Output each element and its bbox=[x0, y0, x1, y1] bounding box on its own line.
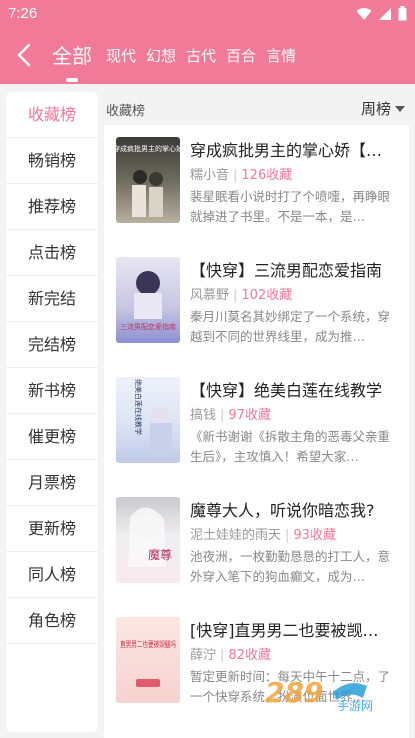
period-dropdown-label: 周榜 bbox=[360, 100, 391, 118]
book-title: 【快穿】绝美白莲在线教学 bbox=[190, 381, 383, 400]
sidebar-item-recommend[interactable]: 推荐榜 bbox=[6, 184, 98, 230]
book-title: 穿成疯批男主的掌心娇【… bbox=[190, 141, 383, 160]
book-description: 池夜洲，一枚勤勤恳恳的打工人，意外穿入笔下的狗血癫文，成为… bbox=[190, 549, 391, 584]
book-meta: 薛泞 | 82收藏 bbox=[190, 648, 271, 663]
book-cover: 绝美白莲在线教学 bbox=[116, 377, 180, 463]
sidebar-item-characters[interactable]: 角色榜 bbox=[6, 598, 98, 644]
status-bar: 7:26 bbox=[0, 0, 415, 28]
svg-text:穿成疯批男主的掌心娇: 穿成疯批男主的掌心娇 bbox=[116, 144, 180, 153]
wifi-icon bbox=[356, 7, 372, 20]
tab-ancient[interactable]: 古代 bbox=[186, 28, 216, 84]
battery-icon bbox=[398, 6, 407, 21]
tab-romance[interactable]: 言情 bbox=[266, 28, 296, 84]
back-arrow-icon[interactable] bbox=[14, 42, 34, 68]
book-author: 糯小音 bbox=[190, 168, 230, 183]
site-watermark: 289 手游网 bbox=[263, 672, 393, 720]
signal-icon bbox=[379, 7, 391, 20]
book-favorites: 97收藏 bbox=[228, 408, 271, 423]
sidebar-item-updates[interactable]: 更新榜 bbox=[6, 506, 98, 552]
sidebar-item-new-finished[interactable]: 新完结 bbox=[6, 276, 98, 322]
book-author: 薛泞 bbox=[190, 648, 217, 663]
sidebar-item-new-books[interactable]: 新书榜 bbox=[6, 368, 98, 414]
tab-modern[interactable]: 现代 bbox=[106, 28, 136, 84]
sidebar-item-clicks[interactable]: 点击榜 bbox=[6, 230, 98, 276]
sidebar-item-finished[interactable]: 完结榜 bbox=[6, 322, 98, 368]
caret-down-icon bbox=[395, 105, 405, 112]
sidebar-item-bestseller[interactable]: 畅销榜 bbox=[6, 138, 98, 184]
status-time: 7:26 bbox=[8, 5, 38, 22]
book-meta: 糯小音 | 126收藏 bbox=[190, 168, 293, 183]
book-item[interactable]: 穿成疯批男主的掌心娇 穿成疯批男主的掌心娇【… 糯小音 | 126收藏 裴星眠看小说… bbox=[104, 125, 409, 245]
tab-fantasy[interactable]: 幻想 bbox=[146, 28, 176, 84]
book-title: 魔尊大人，听说你暗恋我? bbox=[190, 501, 375, 520]
book-title: 【快穿】三流男配恋爱指南 bbox=[190, 261, 383, 280]
book-item[interactable]: 绝美白莲在线教学 【快穿】绝美白莲在线教学 搞钱 | 97收藏 《新书谢谢《拆散主角… bbox=[104, 365, 409, 485]
book-description: 裴星眠看小说时打了个喷嚏，再睁眼就掉进了书里。不是一本，是… bbox=[190, 189, 391, 224]
sidebar-item-monthly-ticket[interactable]: 月票榜 bbox=[6, 460, 98, 506]
book-cover: 魔尊 bbox=[116, 497, 180, 583]
book-favorites: 102收藏 bbox=[241, 288, 293, 303]
book-list: 穿成疯批男主的掌心娇 穿成疯批男主的掌心娇【… 糯小音 | 126收藏 裴星眠看小说… bbox=[104, 125, 409, 738]
ranking-sidebar: 收藏榜 畅销榜 推荐榜 点击榜 新完结 完结榜 新书榜 催更榜 月票榜 更新榜 … bbox=[6, 92, 98, 732]
book-author: 风慕野 bbox=[190, 288, 230, 303]
book-meta: 搞钱 | 97收藏 bbox=[190, 408, 271, 423]
book-meta: 泥土娃娃的雨天 | 93收藏 bbox=[190, 528, 336, 543]
list-heading: 收藏榜 bbox=[106, 104, 146, 119]
svg-text:直男男二也要被觊觎吗: 直男男二也要被觊觎吗 bbox=[120, 639, 176, 649]
book-item[interactable]: 三流男配恋爱指南 【快穿】三流男配恋爱指南 风慕野 | 102收藏 秦月川莫名其妙绑… bbox=[104, 245, 409, 365]
book-description: 秦月川莫名其妙绑定了一个系统，穿越到不同的世界线里，成为推… bbox=[190, 309, 391, 344]
book-author: 泥土娃娃的雨天 bbox=[190, 528, 282, 543]
tab-gl[interactable]: 百合 bbox=[226, 28, 256, 84]
status-icons bbox=[356, 6, 407, 21]
book-author: 搞钱 bbox=[190, 408, 217, 423]
top-nav: 全部 现代 幻想 古代 百合 言情 bbox=[0, 28, 415, 84]
book-title: [快穿]直男男二也要被觊… bbox=[190, 621, 379, 640]
svg-text:手游网: 手游网 bbox=[337, 699, 373, 713]
book-description: 《新书谢谢《拆散主角的恶毒父亲重生后》，主攻慎入！希望大家… bbox=[190, 429, 391, 464]
list-header: 收藏榜 周榜 bbox=[104, 92, 409, 124]
book-cover: 穿成疯批男主的掌心娇 bbox=[116, 137, 180, 223]
category-tabs: 全部 现代 幻想 古代 百合 言情 bbox=[52, 28, 296, 84]
svg-text:三流男配恋爱指南: 三流男配恋爱指南 bbox=[120, 322, 176, 331]
sidebar-item-fanfic[interactable]: 同人榜 bbox=[6, 552, 98, 598]
period-dropdown[interactable]: 周榜 bbox=[361, 98, 405, 119]
book-cover: 三流男配恋爱指南 bbox=[116, 257, 180, 343]
tab-all[interactable]: 全部 bbox=[52, 28, 92, 84]
svg-text:绝美白莲在线教学: 绝美白莲在线教学 bbox=[134, 379, 143, 435]
book-item[interactable]: 魔尊 魔尊大人，听说你暗恋我? 泥土娃娃的雨天 | 93收藏 池夜洲，一枚勤勤恳恳的… bbox=[104, 485, 409, 605]
book-cover: 直男男二也要被觊觎吗 bbox=[116, 617, 180, 703]
book-meta: 风慕野 | 102收藏 bbox=[190, 288, 293, 303]
svg-text:289: 289 bbox=[265, 676, 323, 709]
book-favorites: 82收藏 bbox=[228, 648, 271, 663]
sidebar-item-urge-update[interactable]: 催更榜 bbox=[6, 414, 98, 460]
sidebar-item-favorites[interactable]: 收藏榜 bbox=[6, 92, 98, 138]
book-favorites: 126收藏 bbox=[241, 168, 293, 183]
book-favorites: 93收藏 bbox=[293, 528, 336, 543]
svg-text:魔尊: 魔尊 bbox=[148, 547, 172, 562]
